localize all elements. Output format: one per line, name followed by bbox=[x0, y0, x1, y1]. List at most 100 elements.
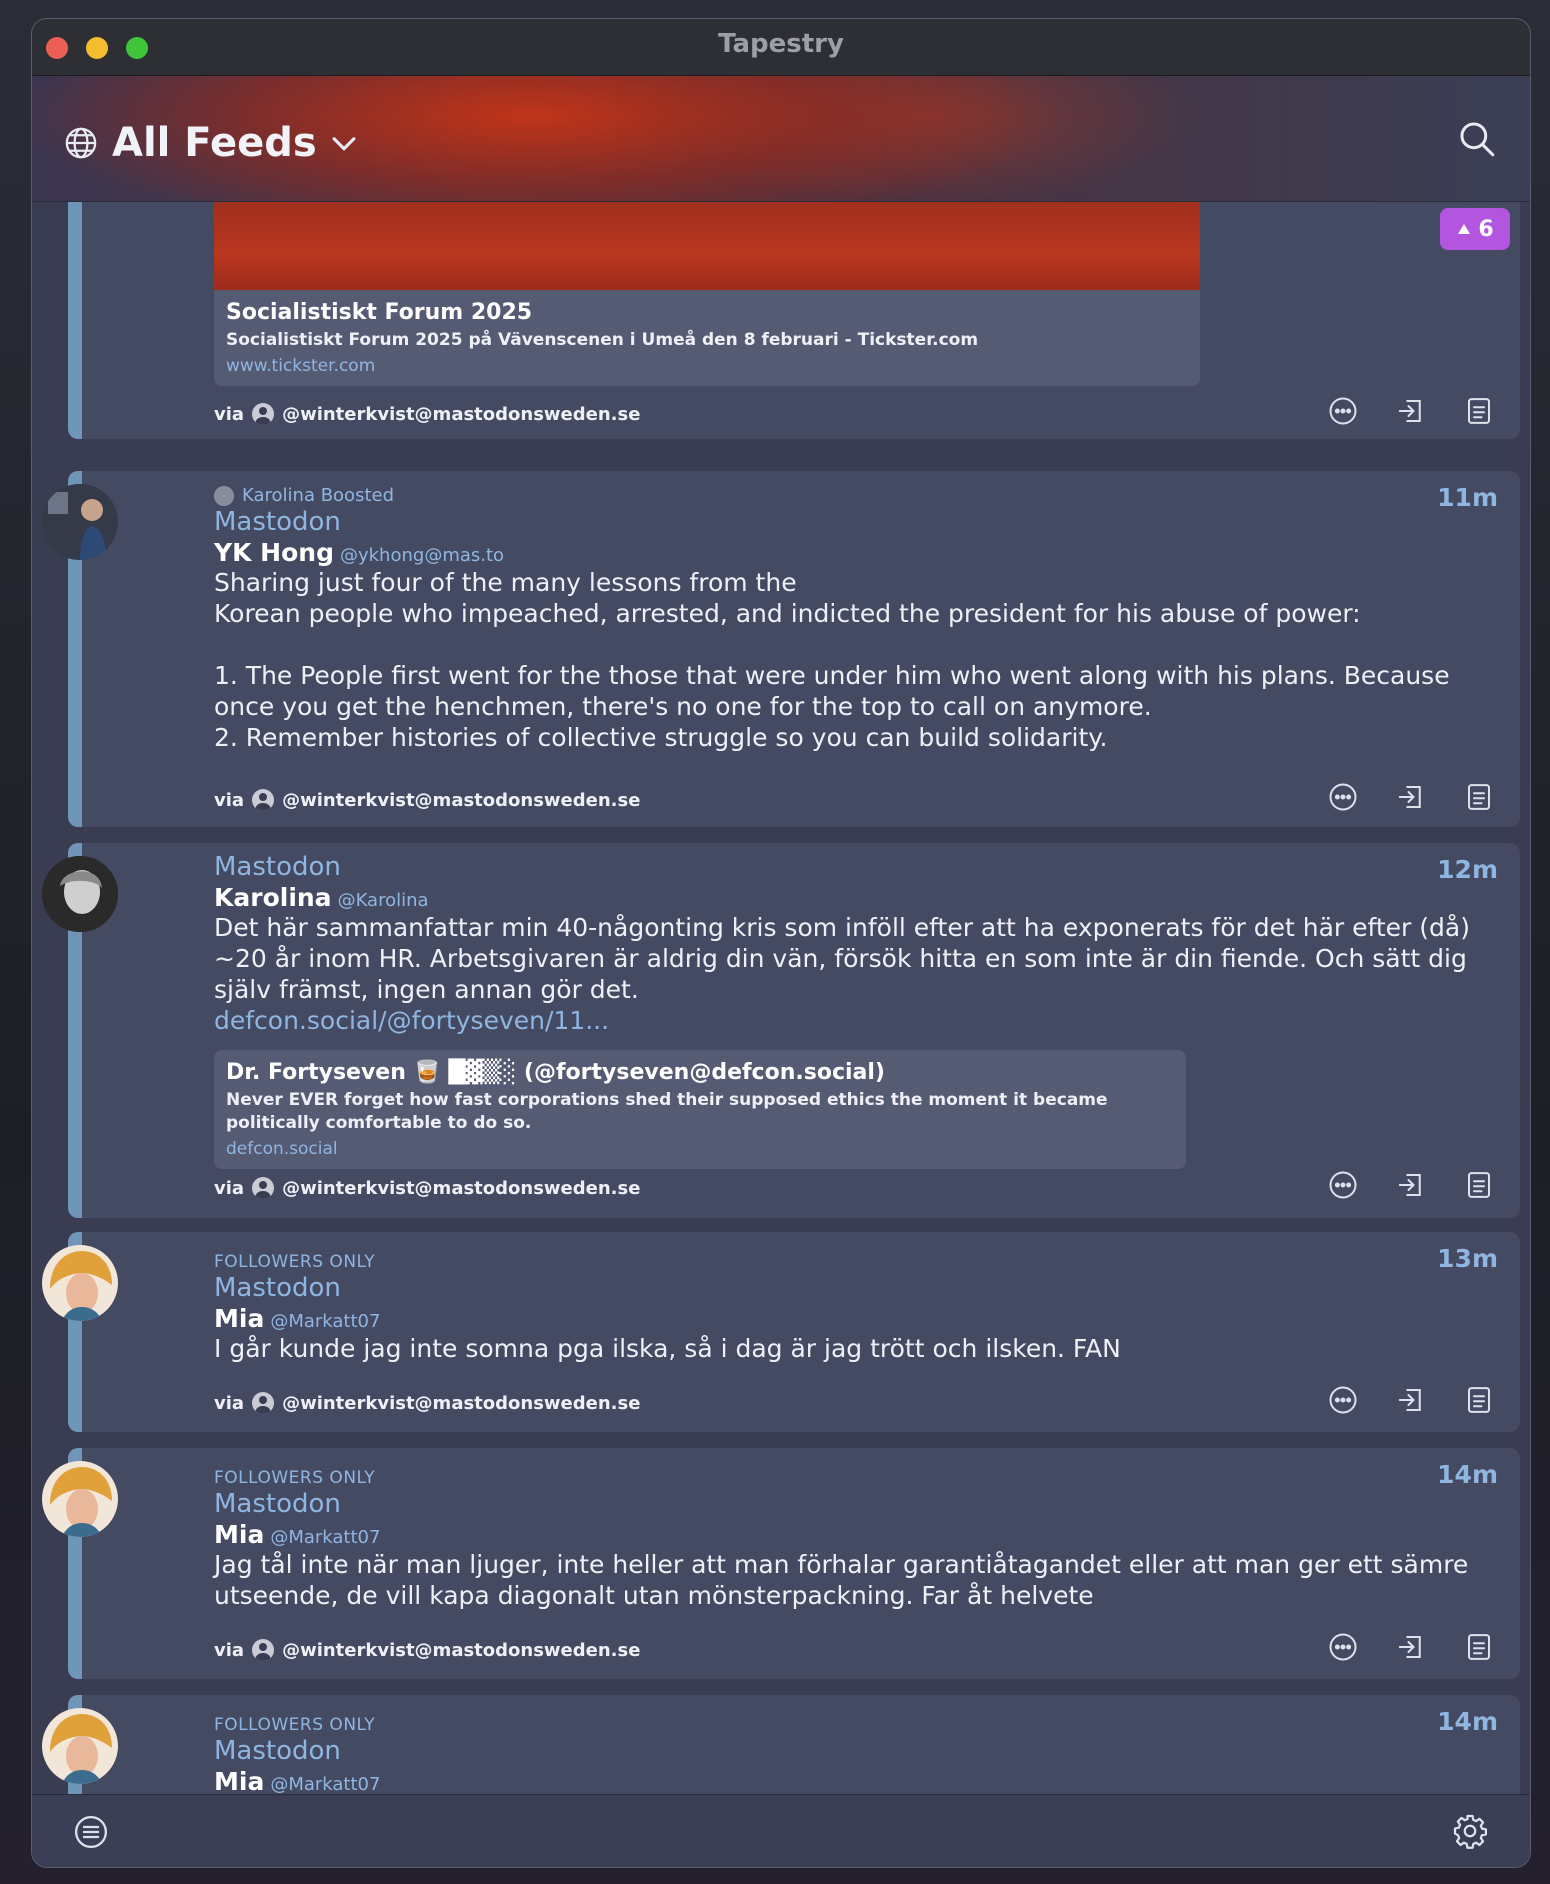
post-body-link[interactable]: defcon.social/@fortyseven/11... bbox=[214, 1005, 1494, 1036]
feed-title: All Feeds bbox=[112, 120, 317, 166]
feed-selector[interactable]: All Feeds bbox=[64, 120, 361, 166]
badge-count: 6 bbox=[1478, 216, 1494, 242]
more-options-icon[interactable] bbox=[1328, 1170, 1358, 1200]
more-options-icon[interactable] bbox=[1328, 782, 1358, 812]
reader-icon[interactable] bbox=[1464, 782, 1494, 812]
post-body: Det här sammanfattar min 40-någonting kr… bbox=[214, 913, 1478, 1004]
avatar[interactable] bbox=[42, 856, 118, 932]
post-time: 14m bbox=[1437, 1460, 1498, 1489]
link-card-image bbox=[214, 202, 1200, 290]
post-time: 12m bbox=[1437, 855, 1498, 884]
via-account: @winterkvist@mastodonsweden.se bbox=[282, 1639, 641, 1661]
author-handle[interactable]: @Karolina bbox=[338, 890, 429, 911]
author-handle[interactable]: @Markatt07 bbox=[270, 1774, 380, 1795]
title-bar: Tapestry bbox=[32, 19, 1530, 76]
author-handle[interactable]: @ykhong@mas.to bbox=[340, 545, 504, 566]
post-card[interactable]: Socialistiskt Forum 2025 Socialistiskt F… bbox=[68, 202, 1520, 439]
reader-icon[interactable] bbox=[1464, 396, 1494, 426]
avatar[interactable] bbox=[42, 1461, 118, 1537]
more-options-icon[interactable] bbox=[1328, 1632, 1358, 1662]
open-in-icon[interactable] bbox=[1396, 782, 1426, 812]
post-feed[interactable]: Socialistiskt Forum 2025 Socialistiskt F… bbox=[32, 202, 1530, 1795]
post-card[interactable]: FOLLOWERS ONLY Mastodon Mia @Markatt07 14… bbox=[68, 1695, 1520, 1795]
author-name[interactable]: Mia bbox=[214, 1304, 264, 1333]
post-time: 14m bbox=[1437, 1707, 1498, 1736]
list-icon[interactable] bbox=[74, 1815, 108, 1849]
post-actions bbox=[1328, 1385, 1494, 1415]
avatar[interactable] bbox=[42, 1245, 118, 1321]
link-card-title: Socialistiskt Forum 2025 bbox=[226, 300, 533, 325]
app-window: Tapestry All Feeds Socialistiskt Forum 2… bbox=[31, 18, 1531, 1868]
post-card[interactable]: Mastodon Karolina @Karolina Det här samma… bbox=[68, 843, 1520, 1218]
link-card-url[interactable]: defcon.social bbox=[226, 1139, 1174, 1159]
avatar[interactable] bbox=[42, 484, 118, 560]
author-name[interactable]: YK Hong bbox=[214, 538, 334, 567]
via-account: @winterkvist@mastodonsweden.se bbox=[282, 1392, 641, 1414]
via-avatar bbox=[252, 1639, 275, 1661]
author-handle[interactable]: @Markatt07 bbox=[270, 1311, 380, 1332]
network-label: Mastodon bbox=[214, 1489, 341, 1519]
open-in-icon[interactable] bbox=[1396, 1632, 1426, 1662]
author-name[interactable]: Mia bbox=[214, 1767, 264, 1795]
post-card[interactable]: FOLLOWERS ONLY Mastodon Mia @Markatt07 Ja… bbox=[68, 1448, 1520, 1679]
more-options-icon[interactable] bbox=[1328, 1385, 1358, 1415]
via-line[interactable]: via @winterkvist@mastodonsweden.se bbox=[214, 1639, 640, 1661]
boost-line: Karolina Boosted bbox=[214, 485, 1494, 506]
via-account: @winterkvist@mastodonsweden.se bbox=[282, 1177, 641, 1199]
visibility-label: FOLLOWERS ONLY bbox=[214, 1252, 376, 1272]
link-card-description: Socialistiskt Forum 2025 på Vävenscenen … bbox=[226, 330, 979, 350]
post-card[interactable]: Karolina Boosted Mastodon YK Hong @ykhong… bbox=[68, 471, 1520, 827]
via-avatar bbox=[252, 403, 275, 425]
search-icon[interactable] bbox=[1458, 120, 1496, 158]
avatar[interactable] bbox=[42, 1708, 118, 1784]
via-label: via bbox=[214, 789, 245, 811]
via-label: via bbox=[214, 1177, 245, 1199]
post-body: Sharing just four of the many lessons fr… bbox=[214, 568, 1450, 752]
via-avatar bbox=[252, 1392, 275, 1414]
via-label: via bbox=[214, 1639, 245, 1661]
gear-icon[interactable] bbox=[1452, 1813, 1488, 1849]
reader-icon[interactable] bbox=[1464, 1632, 1494, 1662]
post-actions bbox=[1328, 1170, 1494, 1200]
network-label: Mastodon bbox=[214, 852, 341, 882]
open-in-icon[interactable] bbox=[1396, 1385, 1426, 1415]
post-body: I går kunde jag inte somna pga ilska, så… bbox=[214, 1334, 1121, 1363]
via-account: @winterkvist@mastodonsweden.se bbox=[282, 403, 641, 425]
post-time: 11m bbox=[1437, 483, 1498, 512]
feed-header: All Feeds bbox=[32, 76, 1530, 202]
via-line[interactable]: via @winterkvist@mastodonsweden.se bbox=[214, 1392, 640, 1414]
open-in-icon[interactable] bbox=[1396, 1170, 1426, 1200]
visibility-label: FOLLOWERS ONLY bbox=[214, 1715, 376, 1735]
post-card[interactable]: FOLLOWERS ONLY Mastodon Mia @Markatt07 I … bbox=[68, 1232, 1520, 1432]
author-name[interactable]: Karolina bbox=[214, 883, 332, 912]
open-in-icon[interactable] bbox=[1396, 396, 1426, 426]
network-label: Mastodon bbox=[214, 1736, 341, 1766]
arrow-up-icon bbox=[1458, 224, 1471, 234]
author-name[interactable]: Mia bbox=[214, 1520, 264, 1549]
via-avatar bbox=[252, 1177, 275, 1199]
chevron-down-icon bbox=[332, 137, 356, 151]
window-title: Tapestry bbox=[718, 29, 844, 59]
reader-icon[interactable] bbox=[1464, 1170, 1494, 1200]
booster-avatar bbox=[214, 485, 234, 506]
post-actions bbox=[1328, 782, 1494, 812]
post-body: Jag tål inte när man ljuger, inte heller… bbox=[214, 1550, 1477, 1610]
via-label: via bbox=[214, 403, 245, 425]
via-label: via bbox=[214, 1392, 245, 1414]
post-actions bbox=[1328, 1632, 1494, 1662]
link-card-url[interactable]: www.tickster.com bbox=[226, 356, 1188, 376]
post-time: 13m bbox=[1437, 1244, 1498, 1273]
author-handle[interactable]: @Markatt07 bbox=[270, 1527, 380, 1548]
more-options-icon[interactable] bbox=[1328, 396, 1358, 426]
new-posts-badge[interactable]: 6 bbox=[1440, 208, 1510, 250]
network-label: Mastodon bbox=[214, 507, 341, 537]
via-line[interactable]: via @winterkvist@mastodonsweden.se bbox=[214, 1177, 640, 1199]
visibility-label: FOLLOWERS ONLY bbox=[214, 1468, 376, 1488]
via-line[interactable]: via @winterkvist@mastodonsweden.se bbox=[214, 789, 640, 811]
link-card[interactable]: Socialistiskt Forum 2025 Socialistiskt F… bbox=[214, 290, 1200, 386]
boost-label: Karolina Boosted bbox=[242, 485, 395, 506]
link-card[interactable]: Dr. Fortyseven 🥃 █▓▒░ (@fortyseven@defco… bbox=[214, 1050, 1186, 1169]
via-avatar bbox=[252, 789, 275, 811]
reader-icon[interactable] bbox=[1464, 1385, 1494, 1415]
via-line[interactable]: via @winterkvist@mastodonsweden.se bbox=[214, 403, 640, 425]
